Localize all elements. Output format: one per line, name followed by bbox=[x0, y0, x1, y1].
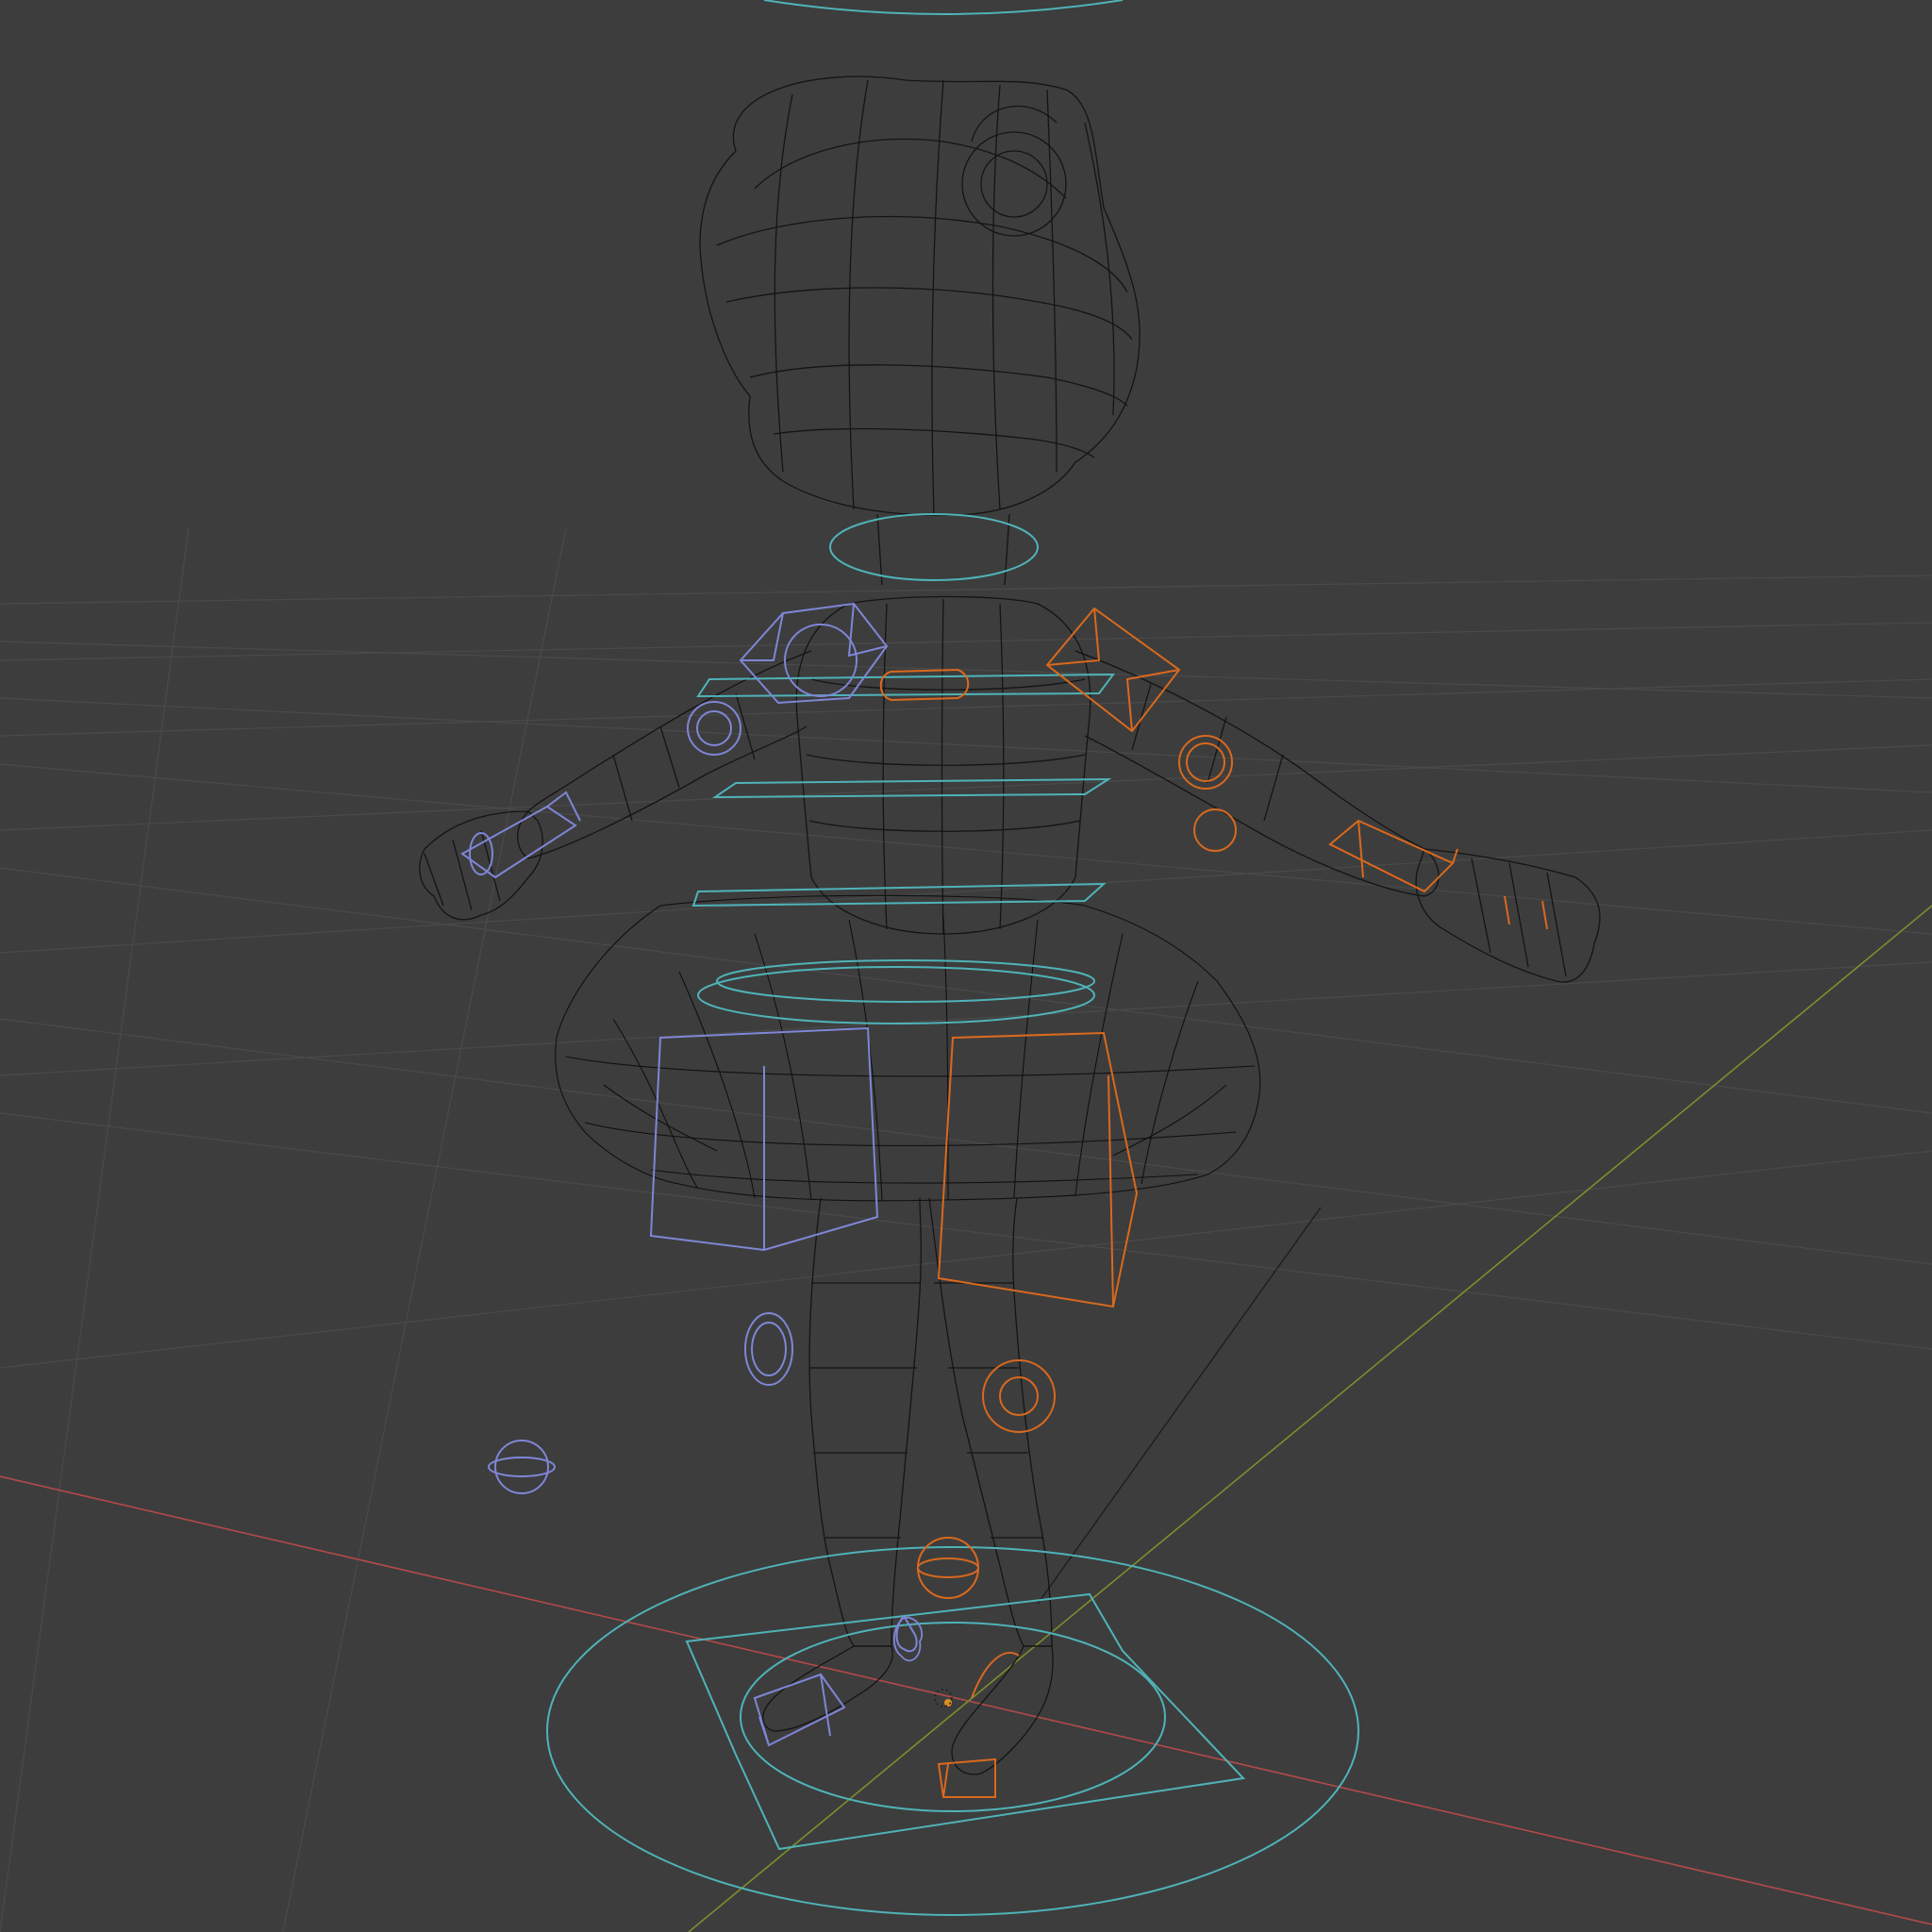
spine-controls[interactable] bbox=[546, 513, 1359, 1916]
upper-arm-right-pivot[interactable] bbox=[1186, 742, 1225, 782]
shoulder-left-control[interactable] bbox=[739, 602, 889, 705]
top-control-arc bbox=[763, 0, 1124, 15]
upper-arm-left-pivot-outer[interactable] bbox=[687, 701, 741, 756]
chest-control[interactable] bbox=[696, 673, 1116, 698]
heel-right-control[interactable] bbox=[971, 1652, 1020, 1699]
thigh-right-control[interactable] bbox=[937, 1031, 1139, 1308]
upper-arm-left-pivot[interactable] bbox=[696, 710, 732, 746]
3d-viewport[interactable] bbox=[0, 0, 1932, 1932]
spine-upper-control[interactable] bbox=[711, 777, 1112, 799]
root-control-outer[interactable] bbox=[546, 1546, 1359, 1916]
neck-control[interactable] bbox=[829, 513, 1039, 581]
hips-control[interactable] bbox=[697, 966, 1095, 1024]
ik-right-target-ring[interactable] bbox=[917, 1557, 979, 1578]
character-mesh bbox=[419, 75, 1601, 1775]
ik-left-target-ring[interactable] bbox=[488, 1457, 556, 1477]
ik-left-target[interactable] bbox=[494, 1440, 549, 1494]
knee-right-pivot[interactable] bbox=[982, 1359, 1056, 1433]
y-axis-line bbox=[688, 905, 1932, 1932]
foot-left-control[interactable] bbox=[753, 1673, 846, 1747]
shoulder-left-pivot[interactable] bbox=[784, 624, 858, 697]
knee-right-pivot-inner[interactable] bbox=[999, 1376, 1039, 1416]
finger-right-marker[interactable] bbox=[1504, 895, 1548, 930]
knee-left-pivot[interactable] bbox=[751, 1322, 787, 1376]
foot-right-control[interactable] bbox=[937, 1757, 996, 1798]
viewport-scene[interactable] bbox=[0, 0, 1932, 1932]
origin-gizmo[interactable] bbox=[934, 1689, 953, 1707]
root-control-inner[interactable] bbox=[740, 1622, 1166, 1812]
thigh-left-control[interactable] bbox=[649, 1026, 879, 1252]
pole-line bbox=[1037, 1207, 1322, 1605]
elbow-right-pivot[interactable] bbox=[1193, 808, 1237, 852]
